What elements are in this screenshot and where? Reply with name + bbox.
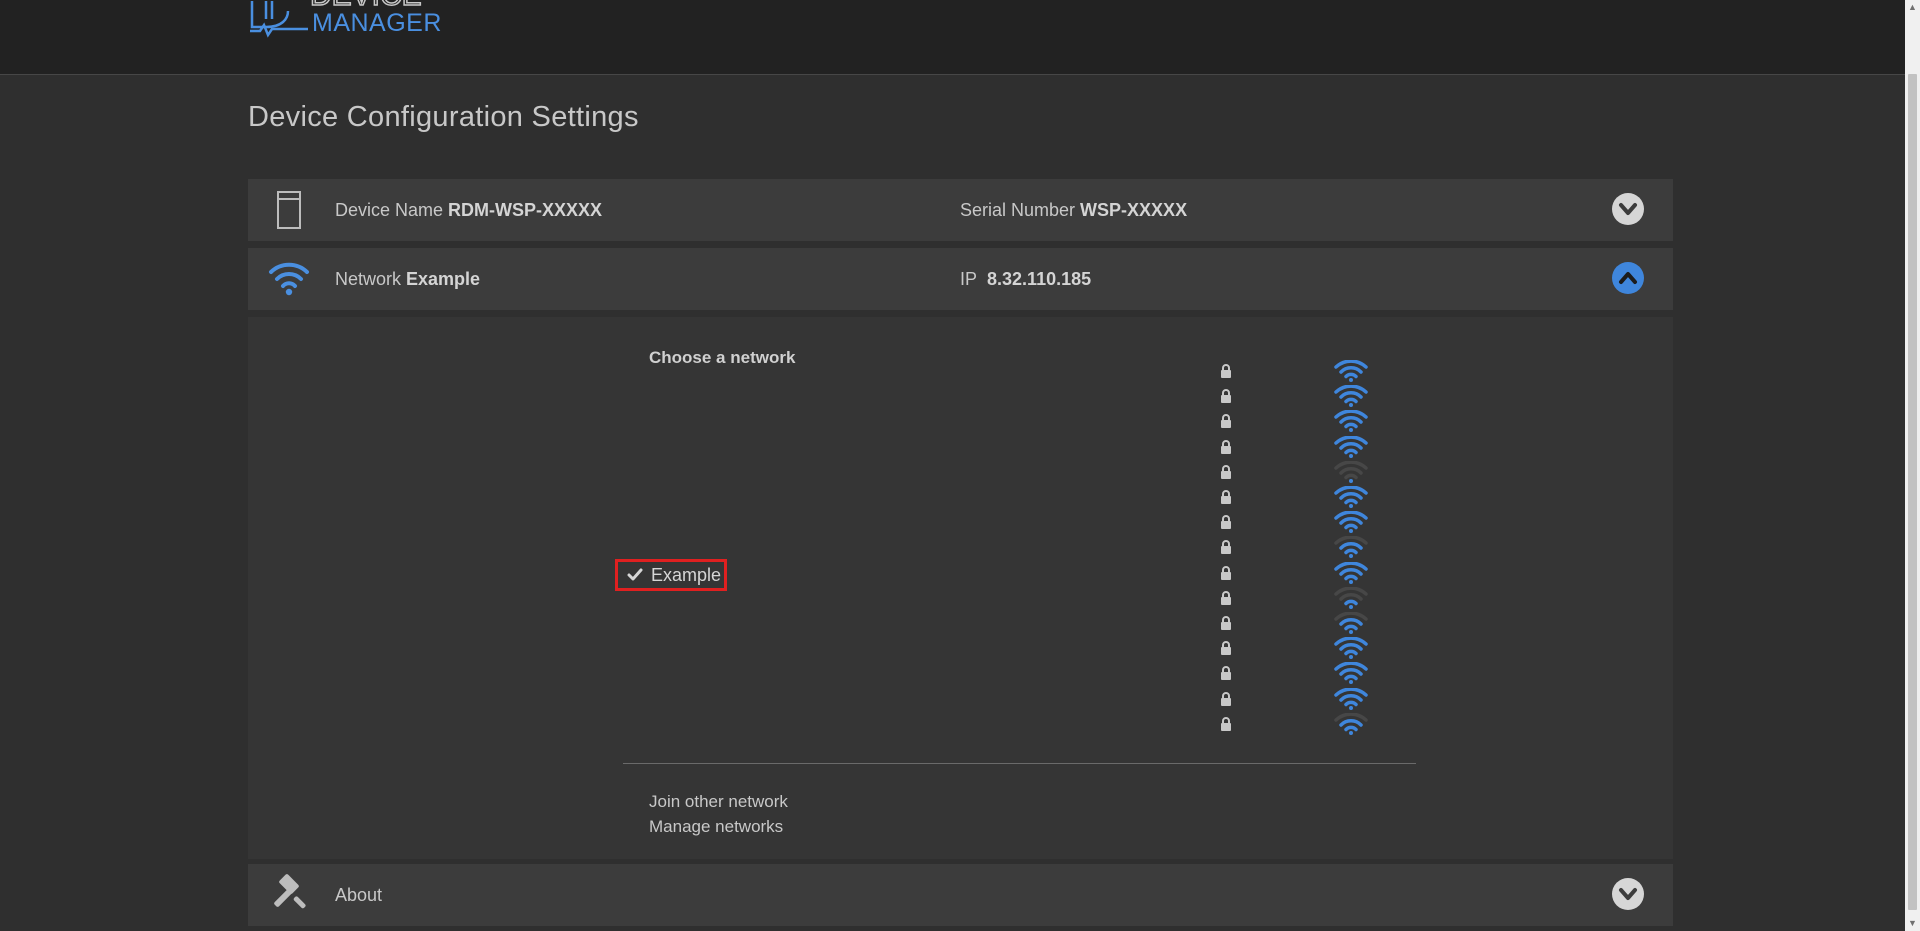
wifi-signal-icon bbox=[1334, 385, 1368, 408]
lock-icon bbox=[1221, 464, 1231, 479]
wifi-signal-icon bbox=[1334, 586, 1368, 609]
about-expand-button[interactable] bbox=[1612, 878, 1644, 910]
serial-number-label: Serial Number bbox=[960, 200, 1076, 220]
lock-icon bbox=[1221, 590, 1231, 605]
wifi-signal-icon bbox=[1334, 662, 1368, 685]
chevron-down-icon bbox=[1619, 888, 1637, 900]
network-field: Network Example bbox=[335, 248, 480, 310]
gavel-icon bbox=[274, 874, 306, 909]
chevron-up-icon bbox=[1619, 272, 1637, 284]
scroll-down-arrow-icon[interactable]: ▼ bbox=[1905, 916, 1920, 931]
choose-network-heading: Choose a network bbox=[649, 348, 796, 367]
lock-icon bbox=[1221, 540, 1231, 555]
lock-icon bbox=[1221, 364, 1231, 378]
ip-label: IP bbox=[960, 269, 978, 289]
manage-networks-link[interactable]: Manage networks bbox=[649, 817, 783, 837]
wifi-signal-icon bbox=[1334, 612, 1368, 634]
device-manager-logo: DEVICE MANAGER bbox=[250, 0, 442, 38]
about-panel-header[interactable]: About bbox=[248, 864, 1673, 926]
wifi-signal-icon bbox=[1334, 410, 1368, 433]
top-bar: DEVICE MANAGER bbox=[0, 0, 1905, 75]
network-label: Network bbox=[335, 269, 402, 289]
wifi-icon bbox=[269, 262, 309, 296]
scroll-up-arrow-icon[interactable]: ▲ bbox=[1905, 0, 1920, 15]
serial-number-value: WSP-XXXXX bbox=[1080, 200, 1188, 220]
lock-icon bbox=[1221, 666, 1231, 681]
lock-icon bbox=[1221, 641, 1231, 656]
ip-field: IP 8.32.110.185 bbox=[960, 248, 1091, 310]
wifi-signal-icon bbox=[1334, 486, 1368, 508]
network-panel-body bbox=[248, 317, 1673, 859]
network-value: Example bbox=[406, 269, 481, 289]
lock-icon bbox=[1221, 616, 1231, 630]
join-other-network-link[interactable]: Join other network bbox=[649, 792, 788, 812]
device-expand-button[interactable] bbox=[1612, 193, 1644, 225]
device-panel-header[interactable]: Device Name RDM-WSP-XXXXX Serial Number WS… bbox=[248, 179, 1673, 241]
wifi-signal-icon bbox=[1334, 511, 1368, 534]
wifi-signal-icon bbox=[1334, 460, 1368, 483]
checkmark-icon bbox=[627, 568, 643, 581]
lock-icon bbox=[1221, 439, 1231, 454]
page-title: Device Configuration Settings bbox=[248, 101, 639, 133]
device-icon bbox=[277, 191, 301, 229]
lock-icon bbox=[1221, 691, 1231, 706]
wifi-signal-icon bbox=[1334, 561, 1368, 584]
lock-icon bbox=[1221, 716, 1231, 731]
wifi-signal-icon bbox=[1334, 536, 1368, 559]
wifi-signal-icon bbox=[1334, 687, 1368, 710]
network-panel-header[interactable]: Network Example IP 8.32.110.185 bbox=[248, 248, 1673, 310]
selected-network-item[interactable]: Example bbox=[615, 559, 727, 591]
wifi-signal-icon bbox=[1334, 360, 1368, 382]
scrollbar-thumb[interactable] bbox=[1908, 74, 1917, 910]
lock-icon bbox=[1221, 515, 1231, 530]
wifi-signal-icon bbox=[1334, 435, 1368, 458]
chevron-down-icon bbox=[1619, 203, 1637, 215]
serial-number-field: Serial Number WSP-XXXXX bbox=[960, 179, 1187, 241]
page-scrollbar[interactable]: ▲ ▼ bbox=[1905, 0, 1920, 931]
lock-icon bbox=[1221, 389, 1231, 404]
device-name-field: Device Name RDM-WSP-XXXXX bbox=[335, 179, 602, 241]
logo-word-bottom: MANAGER bbox=[312, 9, 442, 37]
lock-icon bbox=[1221, 414, 1231, 429]
device-name-value: RDM-WSP-XXXXX bbox=[448, 200, 603, 220]
device-name-label: Device Name bbox=[335, 200, 444, 220]
wifi-signal-icon bbox=[1334, 637, 1368, 660]
network-collapse-button[interactable] bbox=[1612, 262, 1644, 294]
divider bbox=[623, 763, 1416, 764]
about-label: About bbox=[335, 885, 383, 905]
selected-network-name: Example bbox=[651, 565, 722, 585]
wifi-signal-icon bbox=[1334, 712, 1368, 735]
ip-value: 8.32.110.185 bbox=[987, 269, 1092, 289]
lock-icon bbox=[1221, 490, 1231, 504]
lock-icon bbox=[1221, 565, 1231, 580]
